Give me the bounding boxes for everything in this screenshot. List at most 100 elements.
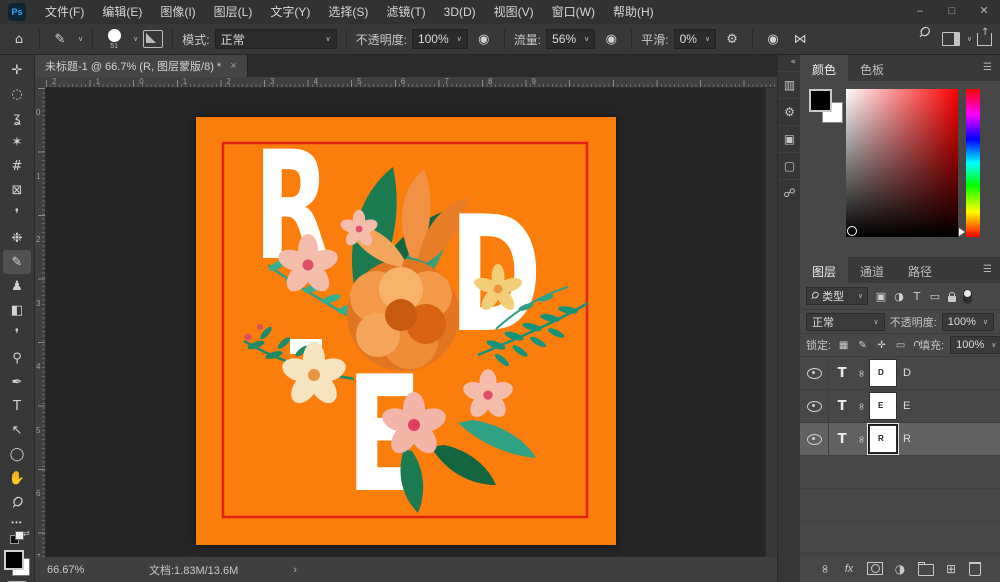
toggle-brush-settings-icon[interactable]	[143, 30, 163, 48]
blend-mode-select[interactable]: 正常 ∨	[215, 29, 337, 49]
properties-panel-icon[interactable]: ⚙	[778, 98, 801, 125]
clone-stamp-tool[interactable]: ♟	[3, 274, 31, 298]
gradient-tool[interactable]: ◧	[3, 298, 31, 322]
magic-wand-tool[interactable]: ✶	[3, 130, 31, 154]
brush-size-preview[interactable]: 51	[102, 29, 126, 50]
tab-color[interactable]: 颜色	[800, 55, 848, 81]
document-canvas[interactable]: R E	[196, 117, 616, 545]
color-fg-bg-swatches[interactable]	[809, 89, 845, 125]
smoothing-select[interactable]: 0% ∨	[674, 29, 716, 49]
menu-item[interactable]: 帮助(H)	[604, 0, 663, 24]
zoom-level-field[interactable]: 66.67%	[47, 564, 127, 576]
panel-menu-icon[interactable]: ☰	[975, 55, 1000, 81]
layer-mask-thumbnail[interactable]: R	[869, 425, 897, 453]
menu-item[interactable]: 图层(L)	[205, 0, 262, 24]
layer-blend-mode-select[interactable]: 正常 ∨	[806, 313, 885, 331]
tab-paths[interactable]: 路径	[896, 257, 944, 283]
document-tab[interactable]: 未标题-1 @ 66.7% (R, 图层蒙版/8) * ×	[35, 55, 248, 77]
flow-select[interactable]: 56% ∨	[546, 29, 595, 49]
eyedropper-tool[interactable]: ❜	[3, 202, 31, 226]
menu-item[interactable]: 3D(D)	[435, 0, 485, 24]
foreground-color-swatch[interactable]	[4, 550, 24, 570]
lock-paint-icon[interactable]: ✎	[856, 340, 869, 351]
filter-smart-object-icon[interactable]	[948, 296, 956, 302]
share-icon[interactable]: ↑	[977, 33, 992, 46]
lock-artboard-icon[interactable]: ▭	[894, 340, 907, 351]
blur-tool[interactable]: ❜	[3, 322, 31, 346]
filter-type-select[interactable]: Ϙ 类型 ∨	[806, 287, 868, 305]
shape-tool[interactable]: ◯	[3, 442, 31, 466]
lasso-tool[interactable]: ʓ	[3, 106, 31, 130]
filter-pixel-layers-icon[interactable]: ▣	[873, 290, 889, 303]
layer-row[interactable]: T ∞ E E	[800, 390, 1000, 423]
pen-tool[interactable]: ✒	[3, 370, 31, 394]
link-layers-icon[interactable]: ∞	[818, 562, 832, 575]
layer-visibility-toggle[interactable]	[800, 390, 829, 422]
chevron-down-icon[interactable]: ∨	[967, 35, 972, 43]
dodge-tool[interactable]: ⚲	[3, 346, 31, 370]
filter-type-layers-icon[interactable]: T	[909, 290, 925, 303]
gear-icon[interactable]: ⚙	[721, 28, 743, 50]
brush-preset-icon[interactable]: ✎	[49, 28, 71, 50]
share-3d-panel-icon[interactable]: ☍	[778, 179, 801, 206]
libraries-panel-icon[interactable]: ▣	[778, 125, 801, 152]
layer-row[interactable]: T ∞ R R	[800, 423, 1000, 456]
menu-item[interactable]: 文字(Y)	[261, 0, 319, 24]
new-layer-icon[interactable]: ⊞	[945, 562, 958, 576]
menu-item[interactable]: 选择(S)	[319, 0, 377, 24]
adjustment-layer-icon[interactable]: ◑	[894, 562, 907, 576]
panel-menu-icon[interactable]: ☰	[975, 257, 1000, 283]
type-tool[interactable]: T	[3, 394, 31, 418]
tab-close-icon[interactable]: ×	[230, 60, 236, 72]
path-selection-tool[interactable]: ↖	[3, 418, 31, 442]
crop-tool[interactable]: #	[3, 154, 31, 178]
color-picker-handle[interactable]	[847, 226, 857, 236]
menu-item[interactable]: 文件(F)	[36, 0, 93, 24]
color-field[interactable]	[846, 89, 958, 237]
chevron-down-icon[interactable]: ∨	[78, 35, 83, 43]
foreground-background-swatches[interactable]	[4, 550, 30, 576]
layer-opacity-select[interactable]: 100% ∨	[942, 313, 994, 331]
tab-channels[interactable]: 通道	[848, 257, 896, 283]
menu-item[interactable]: 图像(I)	[151, 0, 204, 24]
layer-name[interactable]: D	[903, 367, 911, 379]
lock-position-icon[interactable]: ✛	[875, 340, 888, 351]
hue-slider-handle[interactable]	[959, 228, 965, 236]
canvas-viewport[interactable]: R E	[46, 88, 765, 557]
hand-tool[interactable]: ✋	[3, 466, 31, 490]
menu-item[interactable]: 编辑(E)	[93, 0, 151, 24]
opacity-select[interactable]: 100% ∨	[412, 29, 468, 49]
airbrush-icon[interactable]: ◉	[600, 28, 622, 50]
workspace-icon[interactable]	[942, 32, 960, 46]
layer-name[interactable]: E	[903, 400, 910, 412]
menu-item[interactable]: 滤镜(T)	[377, 0, 434, 24]
status-chevron-icon[interactable]: ›	[293, 564, 297, 576]
hue-strip[interactable]	[966, 89, 980, 237]
layer-mask-thumbnail[interactable]: D	[869, 359, 897, 387]
menu-item[interactable]: 视图(V)	[485, 0, 543, 24]
layer-visibility-toggle[interactable]	[800, 357, 829, 389]
layer-visibility-toggle[interactable]	[800, 423, 829, 455]
zoom-tool[interactable]: Ϙ	[3, 490, 31, 514]
layer-mask-thumbnail[interactable]: E	[869, 392, 897, 420]
frame-tool[interactable]: ⊠	[3, 178, 31, 202]
pressure-size-icon[interactable]: ◉	[762, 28, 784, 50]
filter-adjustment-layers-icon[interactable]: ◑	[891, 290, 907, 303]
minimize-button[interactable]: –	[904, 0, 936, 24]
filter-toggle-icon[interactable]	[963, 289, 972, 304]
close-button[interactable]: ✕	[968, 0, 1000, 24]
swap-colors-icon[interactable]: ⇄	[10, 531, 24, 544]
healing-brush-tool[interactable]: ❉	[3, 226, 31, 250]
add-mask-icon[interactable]	[867, 562, 883, 575]
layer-row[interactable]: T ∞ D D	[800, 357, 1000, 390]
edit-toolbar-icon[interactable]: •••	[11, 518, 22, 527]
maximize-button[interactable]: □	[936, 0, 968, 24]
layer-style-icon[interactable]: fx	[843, 563, 856, 575]
tab-layers[interactable]: 图层	[800, 257, 848, 283]
lock-transparency-icon[interactable]: ▦	[837, 340, 850, 351]
marquee-tool[interactable]: ◌	[3, 82, 31, 106]
symmetry-icon[interactable]: ⋈	[789, 28, 811, 50]
history-panel-icon[interactable]: ▥	[778, 71, 801, 98]
home-icon[interactable]: ⌂	[8, 28, 30, 50]
new-group-icon[interactable]	[918, 561, 934, 576]
